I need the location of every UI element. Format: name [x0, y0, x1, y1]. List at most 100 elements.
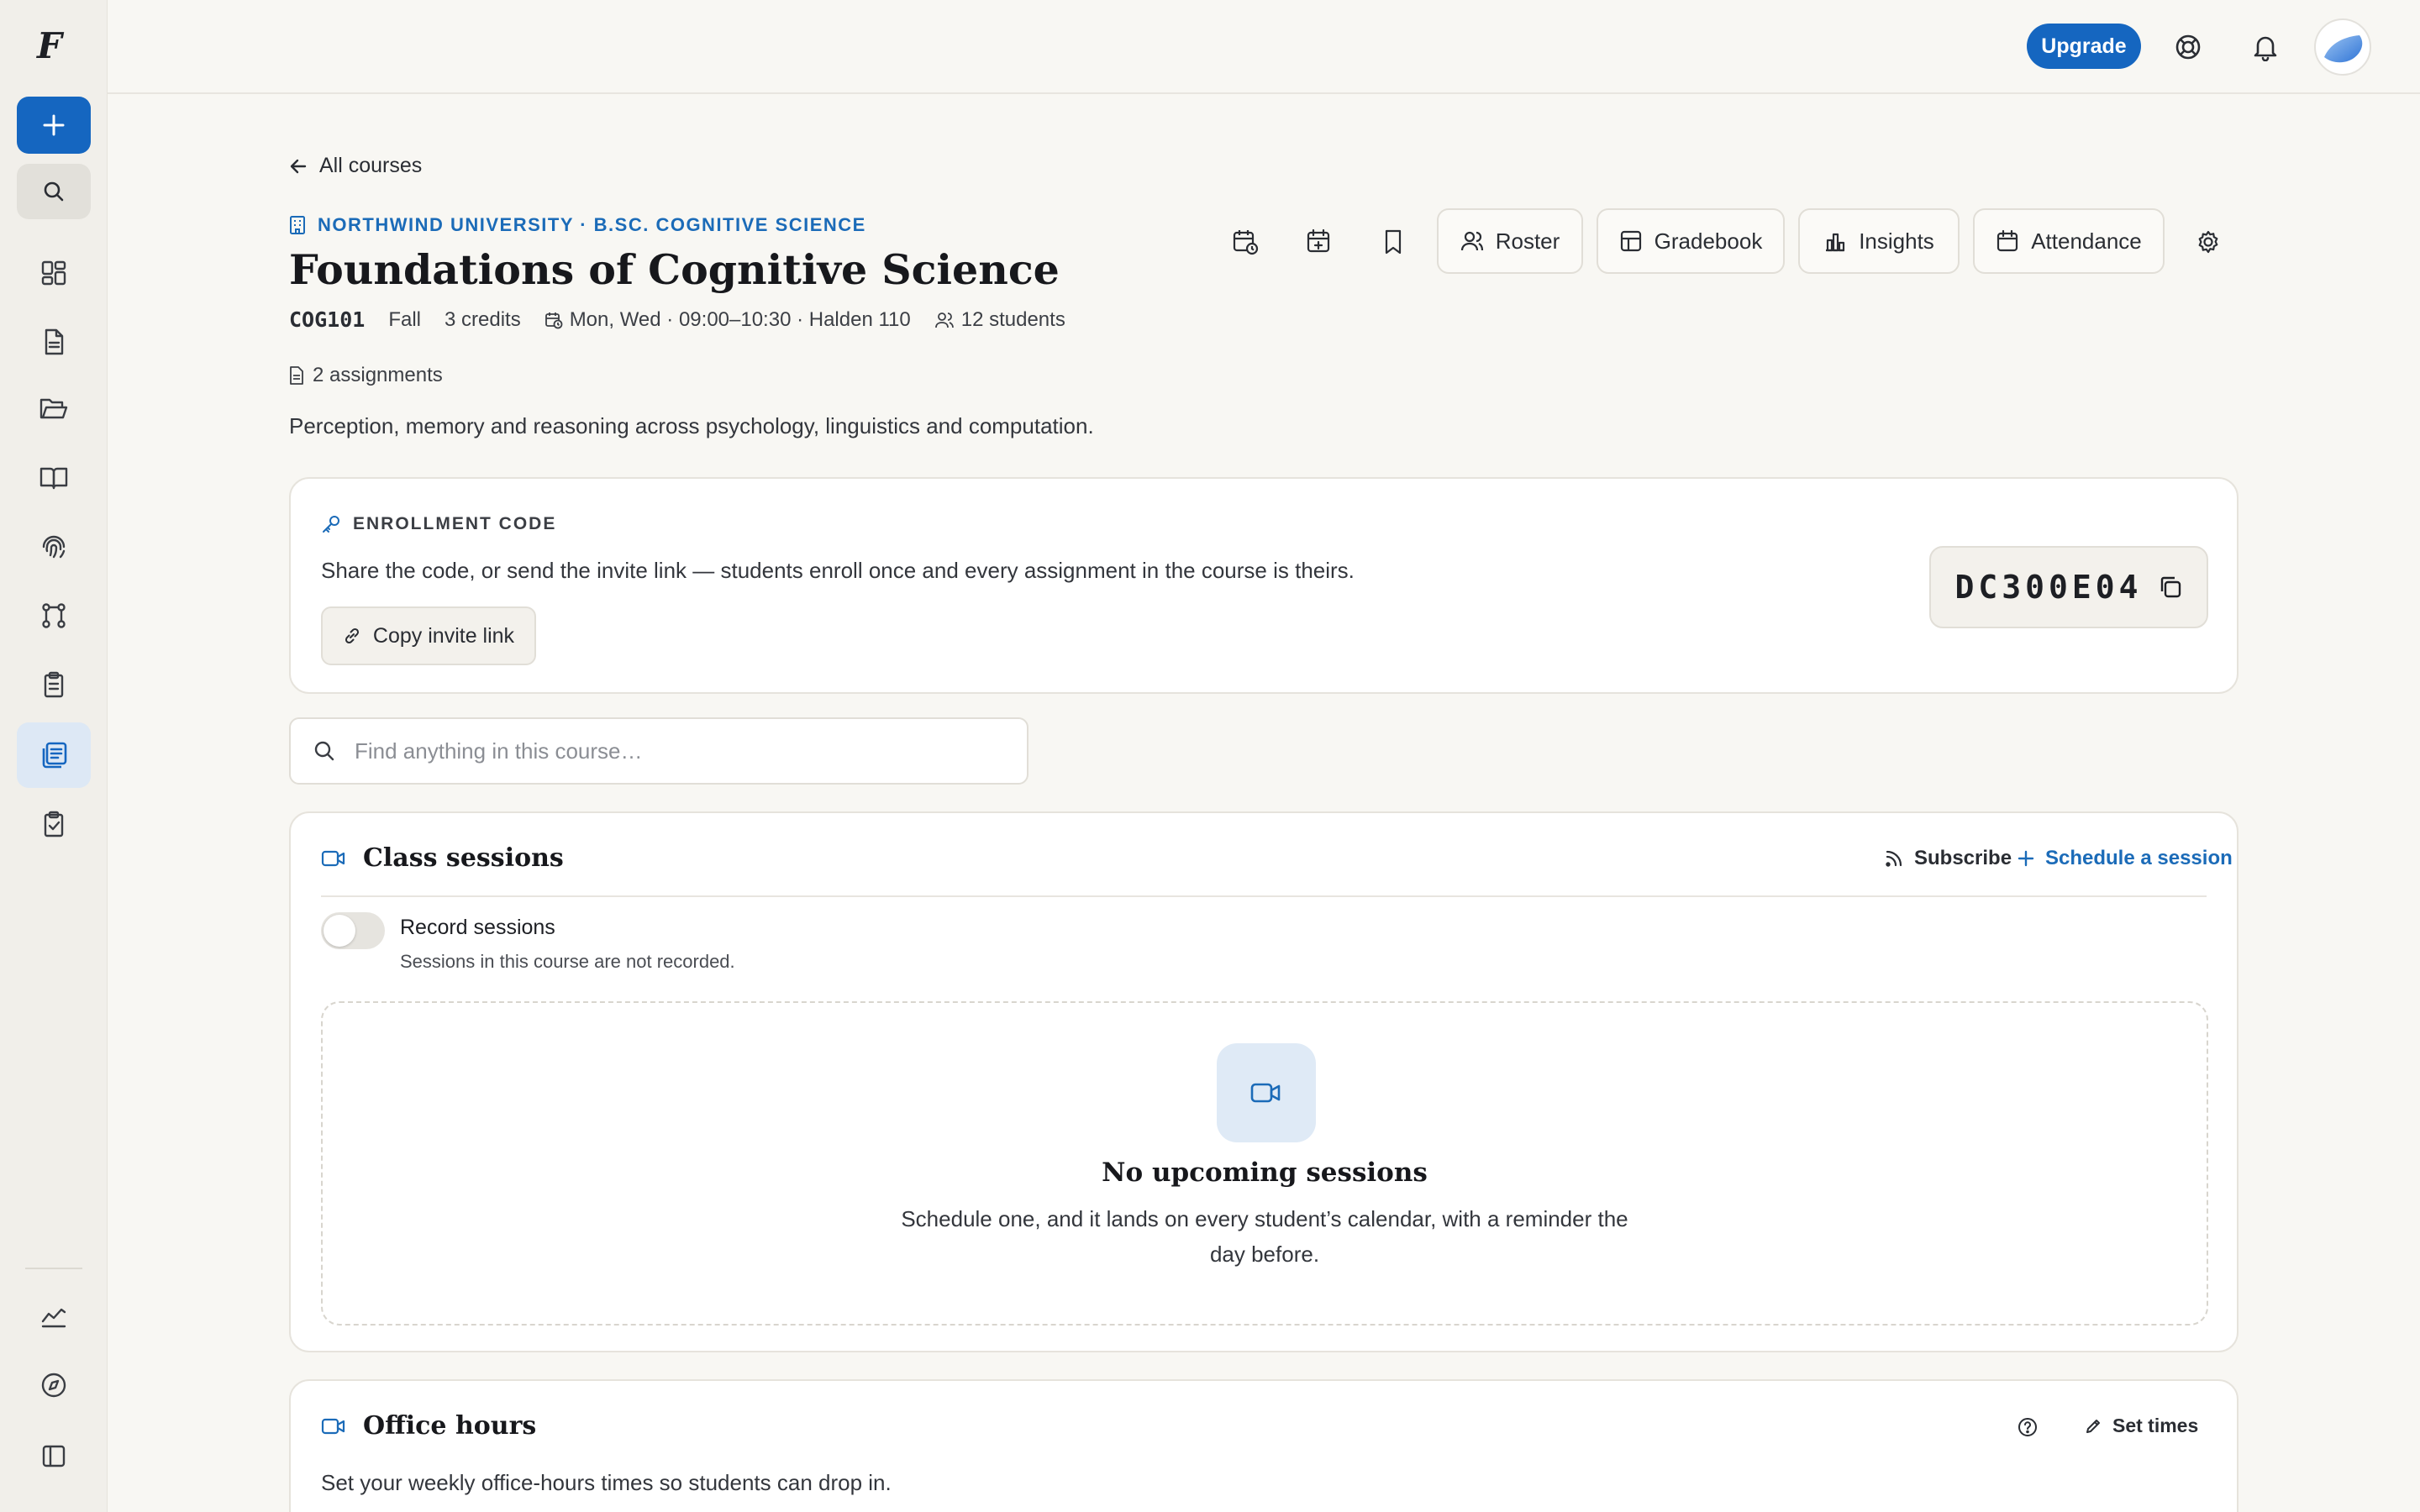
sidebar-item-tasks[interactable]: [17, 652, 91, 717]
course-students: 12 students: [934, 308, 1065, 332]
plus-icon: [2018, 850, 2034, 867]
sidebar-item-assessments[interactable]: [17, 791, 91, 857]
office-hours-card: Office hours Set times Set your weekly o…: [289, 1379, 2238, 1512]
empty-state-title: No upcoming sessions: [1102, 1158, 1428, 1188]
sidebar: F: [0, 0, 108, 1512]
search-icon: [44, 181, 64, 202]
analytics-icon: [41, 1308, 66, 1328]
record-sessions-toggle[interactable]: [321, 912, 385, 949]
bookmark-button[interactable]: [1375, 223, 1412, 260]
sidebar-item-courses[interactable]: [17, 722, 91, 788]
video-icon: [1250, 1083, 1281, 1103]
gear-icon: [2198, 230, 2218, 254]
office-hours-help-button[interactable]: [2017, 1416, 2039, 1438]
empty-state-icon: [1217, 1043, 1316, 1142]
course-org-label: NORTHWIND UNIVERSITY · B.SC. COGNITIVE S…: [318, 214, 866, 235]
roster-button[interactable]: Roster: [1437, 208, 1583, 274]
class-sessions-title: Class sessions: [363, 843, 564, 873]
schedule-button[interactable]: [1227, 223, 1264, 260]
clipboard-icon: [44, 671, 64, 698]
sidebar-toggle-icon: [42, 1445, 66, 1467]
course-search[interactable]: [289, 717, 1028, 785]
enrollment-label: ENROLLMENT CODE: [321, 514, 556, 534]
table-icon: [1620, 230, 1641, 252]
class-sessions-header: Class sessions: [321, 843, 564, 873]
record-sessions-subtitle: Sessions in this course are not recorded…: [400, 951, 735, 972]
course-assignments[interactable]: 2 assignments: [289, 364, 443, 387]
attendance-button[interactable]: Attendance: [1973, 208, 2165, 274]
help-circle-icon: [2018, 1418, 2037, 1436]
sidebar-item-dashboard[interactable]: [17, 240, 91, 306]
enrollment-text: Share the code, or send the invite link …: [321, 558, 1355, 583]
gradebook-button[interactable]: Gradebook: [1597, 208, 1785, 274]
lifebuoy-icon: [2175, 34, 2201, 60]
subscribe-button[interactable]: Subscribe: [1884, 847, 2012, 870]
sidebar-item-documents[interactable]: [17, 309, 91, 375]
plus-icon: [43, 114, 65, 136]
courses-icon: [42, 742, 67, 769]
class-sessions-card: Class sessions Subscribe Schedule a sess…: [289, 811, 2238, 1352]
upgrade-button[interactable]: Upgrade: [2027, 24, 2141, 69]
bell-icon: [2254, 36, 2277, 61]
course-search-input[interactable]: [355, 738, 1010, 764]
enrollment-code-box[interactable]: DC300E04: [1929, 546, 2208, 628]
notifications-button[interactable]: [2245, 27, 2286, 67]
pencil-icon: [2086, 1419, 2100, 1433]
clipboard-check-icon: [44, 811, 64, 837]
user-avatar[interactable]: [2314, 18, 2371, 76]
course-code: COG101: [289, 307, 366, 332]
set-times-label: Set times: [2112, 1415, 2199, 1436]
add-event-button[interactable]: [1301, 223, 1338, 260]
calendar-icon: [1997, 229, 2018, 252]
new-button[interactable]: [17, 97, 91, 154]
sidebar-item-explore[interactable]: [17, 1352, 91, 1418]
copy-invite-link-button[interactable]: Copy invite link: [321, 606, 536, 665]
empty-state: No upcoming sessions Schedule one, and i…: [321, 1001, 2208, 1326]
sidebar-collapse-toggle[interactable]: [17, 1423, 91, 1488]
course-settings-button[interactable]: [2190, 223, 2227, 260]
roster-label: Roster: [1495, 228, 1560, 254]
toggle-knob: [324, 915, 355, 947]
users-icon: [934, 312, 954, 328]
search-icon: [314, 741, 334, 761]
fingerprint-icon: [42, 535, 66, 559]
set-times-button[interactable]: Set times: [2084, 1415, 2198, 1437]
bar-chart-icon: [1826, 233, 1845, 252]
enrollment-label-text: ENROLLMENT CODE: [353, 514, 557, 533]
app-logo[interactable]: F: [37, 25, 71, 67]
insights-button[interactable]: Insights: [1798, 208, 1960, 274]
sidebar-item-analytics[interactable]: [17, 1284, 91, 1349]
gradebook-label: Gradebook: [1654, 228, 1763, 254]
sidebar-item-workflows[interactable]: [17, 583, 91, 648]
sidebar-item-identity[interactable]: [17, 514, 91, 580]
subscribe-label: Subscribe: [1914, 847, 2012, 869]
record-sessions-title: Record sessions: [400, 916, 555, 939]
course-schedule: Mon, Wed · 09:00–10:30 · Halden 110: [544, 308, 911, 332]
workflow-icon: [42, 603, 66, 628]
arrow-left-icon: [290, 159, 307, 173]
help-button[interactable]: [2168, 27, 2208, 67]
sidebar-search-button[interactable]: [17, 164, 91, 219]
calendar-clock-icon: [1233, 230, 1259, 255]
course-term: Fall: [388, 307, 421, 331]
office-hours-title: Office hours: [363, 1411, 537, 1441]
key-icon: [323, 516, 339, 533]
rss-icon: [1886, 850, 1902, 867]
sidebar-item-library[interactable]: [17, 445, 91, 511]
back-link[interactable]: All courses: [289, 154, 422, 178]
enrollment-card: ENROLLMENT CODE Share the code, or send …: [289, 477, 2238, 694]
course-students-label: 12 students: [960, 307, 1065, 331]
copy-icon: [2160, 576, 2181, 598]
building-icon: [290, 216, 305, 234]
sidebar-item-folders[interactable]: [17, 376, 91, 442]
enrollment-code: DC300E04: [1954, 569, 2143, 606]
dashboard-icon: [41, 260, 66, 286]
office-hours-header: Office hours: [321, 1411, 536, 1441]
document-icon: [45, 328, 64, 355]
office-hours-text: Set your weekly office-hours times so st…: [321, 1470, 892, 1495]
course-meta: COG101 Fall 3 credits Mon, Wed · 09:00–1…: [289, 307, 1089, 332]
schedule-session-button[interactable]: Schedule a session: [2017, 847, 2233, 870]
video-icon: [321, 850, 345, 866]
bookmark-icon: [1385, 229, 1402, 255]
course-org: NORTHWIND UNIVERSITY · B.SC. COGNITIVE S…: [289, 214, 866, 236]
